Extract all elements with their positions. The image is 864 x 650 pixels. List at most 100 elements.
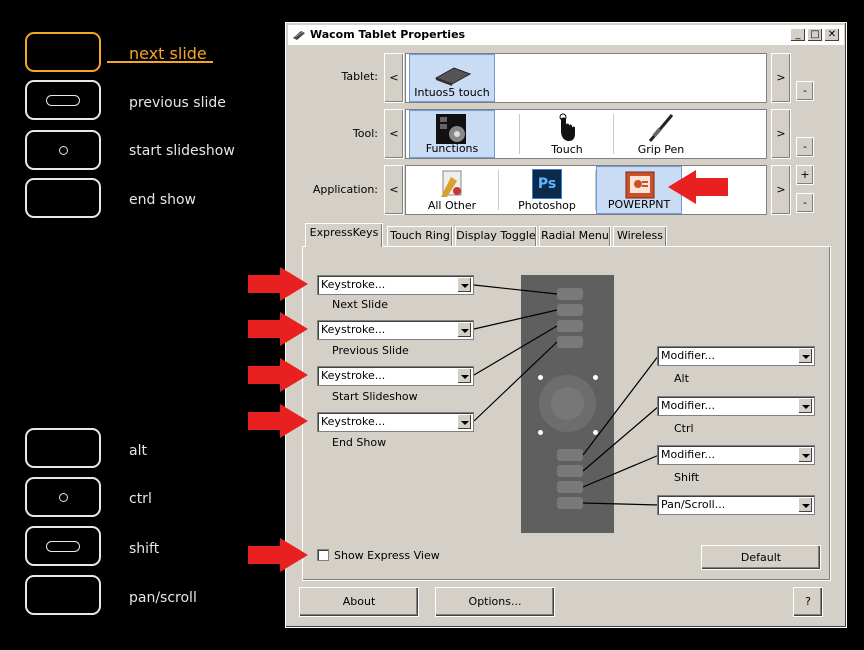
legend-label-shift: shift	[129, 541, 160, 557]
about-button[interactable]: About	[299, 587, 419, 617]
tool-remove-button[interactable]: -	[796, 137, 814, 157]
tool-item-grip-pen[interactable]: Grip Pen	[616, 110, 706, 158]
options-button[interactable]: Options...	[435, 587, 555, 617]
pan-scroll-dropdown[interactable]: Pan/Scroll...	[657, 495, 815, 515]
express-key-4	[557, 336, 583, 348]
application-item-label: POWERPNT	[607, 198, 671, 211]
tablet-next-button[interactable]: >	[771, 53, 791, 103]
shift-caption: Shift	[674, 471, 700, 484]
express-key-6	[557, 465, 583, 477]
all-other-icon	[441, 170, 462, 197]
chevron-down-icon[interactable]	[798, 348, 813, 364]
default-button[interactable]: Default	[701, 545, 821, 570]
legend-label-pan-scroll: pan/scroll	[129, 590, 197, 606]
tablet-strip: Intuos5 touch	[405, 53, 767, 103]
touch-icon	[559, 113, 575, 141]
tool-item-functions[interactable]: Functions	[409, 110, 495, 158]
powerpoint-icon	[625, 171, 655, 199]
application-prev-button[interactable]: <	[384, 165, 404, 215]
tab-radial-menu[interactable]: Radial Menu	[539, 226, 611, 246]
tool-next-button[interactable]: >	[771, 109, 791, 159]
application-item-label: All Other	[427, 199, 477, 212]
chevron-down-icon[interactable]	[457, 277, 472, 293]
led-indicator	[538, 430, 543, 435]
dropdown-value: Modifier...	[661, 399, 715, 412]
tablet-item-label: Intuos5 touch	[414, 86, 490, 99]
show-express-view-checkbox[interactable]	[317, 549, 329, 561]
previous-slide-dropdown[interactable]: Keystroke...	[317, 320, 474, 340]
chevron-down-icon[interactable]	[798, 398, 813, 414]
led-indicator	[593, 430, 598, 435]
dropdown-value: Keystroke...	[321, 323, 386, 336]
dropdown-value: Modifier...	[661, 448, 715, 461]
alt-dropdown[interactable]: Modifier...	[657, 346, 815, 366]
legend-label-previous-slide: previous slide	[129, 95, 226, 111]
ctrl-dropdown[interactable]: Modifier...	[657, 396, 815, 416]
legend-label-end-show: end show	[129, 192, 197, 208]
legend-key-ctrl	[25, 477, 101, 517]
tab-wireless[interactable]: Wireless	[613, 226, 667, 246]
dot-icon	[59, 493, 68, 502]
application-item-label: Photoshop	[518, 199, 576, 212]
tool-strip: Functions Touch Grip Pen	[405, 109, 767, 159]
tool-item-label: Grip Pen	[637, 143, 685, 156]
window-title: Wacom Tablet Properties	[310, 28, 466, 41]
dropdown-value: Pan/Scroll...	[661, 498, 726, 511]
application-add-button[interactable]: +	[796, 165, 814, 185]
next-slide-dropdown[interactable]: Keystroke...	[317, 275, 474, 295]
start-slideshow-dropdown[interactable]: Keystroke...	[317, 366, 474, 386]
next-slide-caption: Next Slide	[332, 298, 388, 311]
application-remove-button[interactable]: -	[796, 193, 814, 213]
chevron-down-icon[interactable]	[457, 322, 472, 338]
tablet-row-label: Tablet:	[341, 70, 378, 83]
application-next-button[interactable]: >	[771, 165, 791, 215]
legend-key-shift	[25, 526, 101, 566]
maximize-button[interactable]: □	[807, 28, 823, 42]
tablet-item-intuos5[interactable]: Intuos5 touch	[409, 54, 495, 102]
tab-touch-ring[interactable]: Touch Ring	[387, 226, 453, 246]
end-show-caption: End Show	[332, 436, 387, 449]
tablet-prev-button[interactable]: <	[384, 53, 404, 103]
chevron-down-icon[interactable]	[798, 447, 813, 463]
pill-icon	[46, 95, 80, 106]
minimize-button[interactable]: _	[790, 28, 806, 42]
tool-prev-button[interactable]: <	[384, 109, 404, 159]
start-slideshow-caption: Start Slideshow	[332, 390, 418, 403]
wacom-app-icon	[293, 31, 305, 40]
tool-item-touch[interactable]: Touch	[522, 110, 612, 158]
application-item-photoshop[interactable]: Ps Photoshop	[502, 166, 592, 214]
tab-expresskeys[interactable]: ExpressKeys	[305, 223, 383, 247]
touch-ring-center	[551, 387, 584, 420]
help-button[interactable]: ?	[793, 587, 823, 617]
title-bar[interactable]: Wacom Tablet Properties _ □ ✕	[288, 25, 844, 45]
ctrl-caption: Ctrl	[674, 422, 694, 435]
chevron-down-icon[interactable]	[457, 368, 472, 384]
pill-icon	[46, 541, 80, 552]
show-express-view-label: Show Express View	[334, 549, 440, 562]
application-item-powerpnt[interactable]: POWERPNT	[596, 166, 682, 214]
chevron-down-icon[interactable]	[798, 497, 813, 513]
application-row-label: Application:	[312, 183, 378, 196]
legend-key-pan-scroll	[25, 575, 101, 615]
dropdown-value: Modifier...	[661, 349, 715, 362]
previous-slide-caption: Previous Slide	[332, 344, 409, 357]
express-key-2	[557, 304, 583, 316]
application-item-all-other[interactable]: All Other	[409, 166, 495, 214]
express-key-3	[557, 320, 583, 332]
tablet-remove-button[interactable]: -	[796, 81, 814, 101]
tool-row-label: Tool:	[352, 127, 378, 140]
legend-label-ctrl: ctrl	[129, 491, 152, 507]
end-show-dropdown[interactable]: Keystroke...	[317, 412, 474, 432]
tablet-graphic	[521, 275, 614, 533]
touch-ring	[539, 375, 596, 432]
close-button[interactable]: ✕	[824, 28, 840, 42]
tool-item-label: Functions	[425, 142, 479, 155]
express-key-7	[557, 481, 583, 493]
tab-display-toggle[interactable]: Display Toggle	[455, 226, 537, 246]
led-indicator	[538, 375, 543, 380]
shift-dropdown[interactable]: Modifier...	[657, 445, 815, 465]
functions-icon	[436, 114, 466, 144]
dot-icon	[59, 146, 68, 155]
tool-item-label: Touch	[551, 143, 583, 156]
chevron-down-icon[interactable]	[457, 414, 472, 430]
